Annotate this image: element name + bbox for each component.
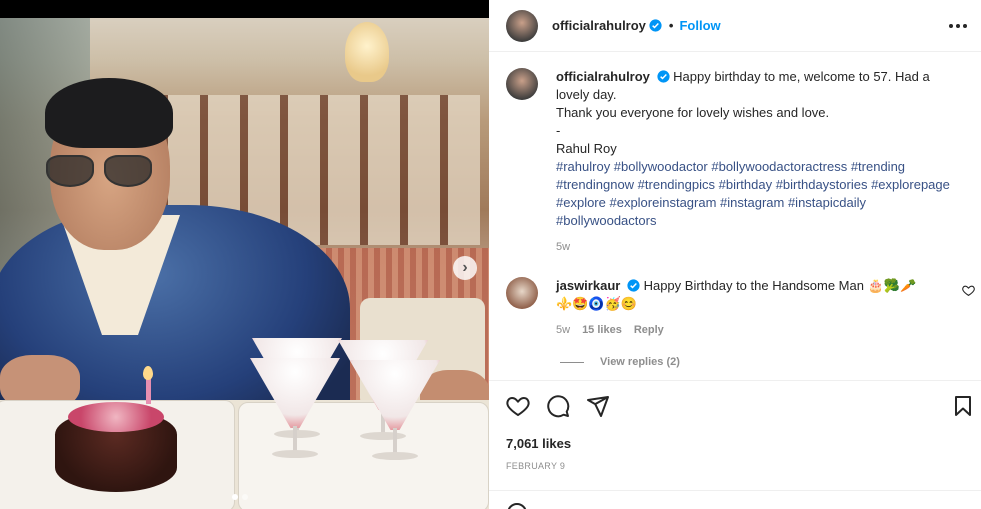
chevron-right-icon: › [462,259,468,276]
caption-avatar[interactable] [506,68,538,100]
photo-dessert-glass [350,360,440,460]
comment-timestamp: 5w [556,324,571,336]
photo-dessert-glass [250,358,340,458]
verified-badge-icon [649,19,662,32]
caption-hashtags[interactable]: #rahulroy #bollywoodactor #bollywoodacto… [556,158,956,230]
post-sidebar: officialrahulroy • Follow officialrahulr… [489,0,981,509]
photo-person-hair [45,78,173,148]
bookmark-icon[interactable] [951,394,975,418]
photo-lamp [345,22,389,82]
view-replies-label[interactable]: View replies (2) [600,356,680,368]
caption-line: Thank you everyone for lovely wishes and… [556,105,830,120]
add-comment-bar [489,490,981,509]
caption-line: - [556,123,561,138]
photo-candle-flame [143,366,153,380]
post-header: officialrahulroy • Follow [489,0,981,52]
commenter-username[interactable]: jaswirkaur [556,278,620,293]
comment-emoji-row: ⚜️🤩🧿🥳😊 [556,296,637,311]
verified-badge-icon [656,70,670,83]
view-replies-link[interactable]: View replies (2) [560,356,680,368]
more-options-icon[interactable] [949,18,969,34]
carousel-indicator [232,494,248,500]
caption-username[interactable]: officialrahulroy [556,69,650,84]
photo-top-bar [0,0,489,18]
commenter-avatar[interactable] [506,277,538,309]
photo-cake-top [68,402,164,432]
post-action-bar [489,380,981,432]
post-photo[interactable]: › [0,0,489,509]
post-caption: officialrahulroy Happy birthday to me, w… [506,68,956,256]
verified-badge-icon [627,279,640,292]
follow-button[interactable]: Follow [679,18,720,33]
photo-sunglasses [46,155,156,191]
comment-like-heart-icon[interactable] [962,284,975,297]
caption-line: Rahul Roy [556,141,617,156]
author-username[interactable]: officialrahulroy [552,18,646,33]
comment-likes[interactable]: 15 likes [582,321,622,339]
carousel-next-button[interactable]: › [453,256,477,280]
photo-candle [146,378,151,404]
comment-text: Happy Birthday to the Handsome Man [643,278,864,293]
comment-item: jaswirkaur Happy Birthday to the Handsom… [506,277,966,339]
caption-timestamp: 5w [556,241,571,253]
comment-emojis: 🎂🥦🥕 [867,278,917,293]
likes-count[interactable]: 7,061 likes [506,436,571,451]
carousel-dot-active [232,494,238,500]
heart-icon[interactable] [506,394,530,418]
replies-divider [560,361,584,363]
paper-plane-icon[interactable] [586,394,610,418]
reply-button[interactable]: Reply [634,321,664,339]
post-date[interactable]: FEBRUARY 9 [506,461,565,471]
emoji-icon[interactable] [507,503,527,509]
author-avatar[interactable] [506,9,538,42]
carousel-dot [242,494,248,500]
header-separator: • [668,18,674,33]
comment-bubble-icon[interactable] [546,394,570,418]
